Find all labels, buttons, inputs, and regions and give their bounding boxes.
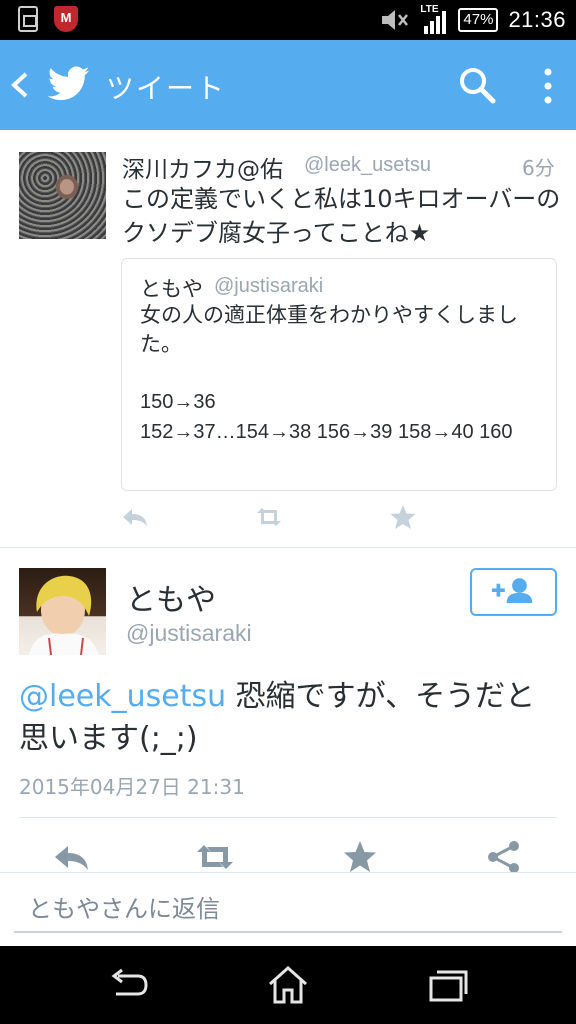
mention-link[interactable]: @leek_usetsu	[19, 679, 226, 714]
divider	[19, 817, 557, 818]
tweet-author-name[interactable]: 深川カフカ@佑	[122, 150, 283, 184]
reply-author-handle[interactable]: @justisaraki	[126, 620, 252, 647]
tweet-timestamp: 6分	[522, 156, 555, 180]
app-bar: ツイート	[0, 40, 576, 130]
reply-icon[interactable]	[52, 840, 92, 874]
reply-tweet-date: 2015年04月27日 21:31	[19, 775, 245, 799]
author-avatar[interactable]	[19, 152, 106, 239]
reply-icon[interactable]	[120, 504, 150, 530]
page-title: ツイート	[106, 72, 227, 105]
quoted-tweet-card[interactable]: ともや @justisaraki 女の人の適正体重をわかりやすくしました。 15…	[121, 258, 557, 491]
clock: 21:36	[508, 7, 566, 32]
reply-tweet-actions	[0, 838, 576, 874]
recent-apps-nav-icon[interactable]	[426, 964, 470, 1006]
phone-screen-icon	[18, 6, 38, 32]
favorite-star-icon[interactable]	[340, 840, 380, 874]
back-arrow-icon[interactable]	[8, 70, 32, 100]
retweet-icon[interactable]	[254, 504, 284, 530]
reply-compose-bar	[0, 872, 576, 946]
quoted-tweet-text: 女の人の適正体重をわかりやすくしました。	[140, 303, 518, 356]
reply-author-avatar[interactable]	[19, 568, 106, 655]
volume-mute-icon	[382, 10, 409, 30]
system-navigation-bar	[0, 946, 576, 1024]
reply-tweet-text: @leek_usetsu 恐縮ですが、そうだと思います(;_;)	[19, 676, 559, 760]
tweet-actions	[0, 500, 576, 534]
quoted-tweet-line: 152→37…154→38 156→39 158→40 160	[140, 421, 513, 443]
home-nav-icon[interactable]	[266, 964, 310, 1006]
back-nav-icon[interactable]	[106, 964, 150, 1006]
retweet-icon[interactable]	[195, 840, 235, 874]
battery-indicator: 47%	[458, 8, 499, 32]
divider	[0, 547, 576, 548]
quoted-tweet-line: 150→36	[140, 391, 216, 413]
quoted-author-handle: @justisaraki	[214, 275, 324, 297]
tweet-text: この定義でいくと私は10キロオーバーのクソデブ腐女子ってことね★	[122, 185, 561, 247]
favorite-star-icon[interactable]	[388, 504, 418, 530]
overflow-menu-icon[interactable]	[538, 66, 558, 106]
quoted-author-name: ともや	[140, 277, 203, 301]
add-user-icon	[491, 578, 533, 603]
status-bar: M LTE 47% 21:36	[0, 0, 576, 40]
reply-author-name[interactable]: ともや	[126, 575, 216, 619]
reply-input[interactable]	[14, 887, 562, 933]
search-icon[interactable]	[458, 66, 496, 104]
antivirus-shield-icon: M	[54, 6, 78, 32]
lte-signal-icon: LTE	[420, 4, 448, 34]
follow-button[interactable]	[470, 568, 557, 616]
tweet-author-handle[interactable]: @leek_usetsu	[304, 154, 431, 177]
twitter-bird-icon	[48, 66, 90, 101]
share-icon[interactable]	[484, 840, 524, 874]
